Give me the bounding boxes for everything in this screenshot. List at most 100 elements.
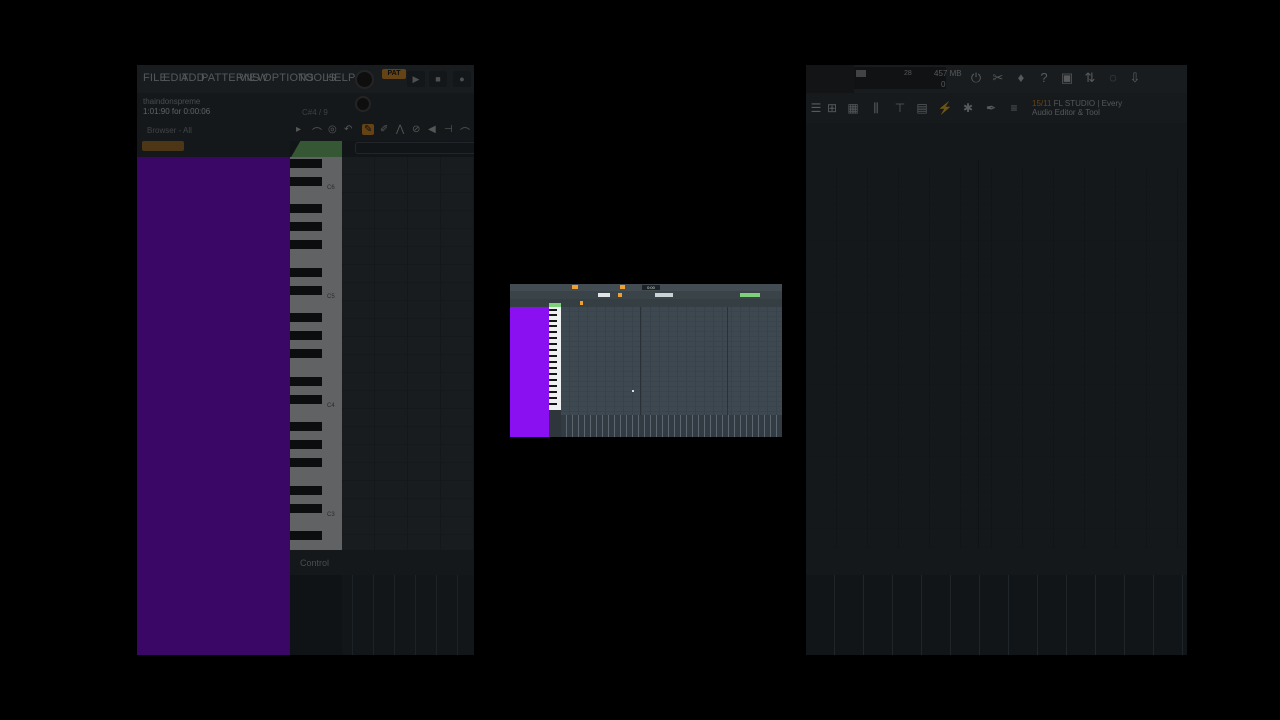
plugin-picker-icon[interactable]: ⚡ [937, 100, 953, 116]
mini-black-key[interactable] [549, 320, 557, 322]
velocity-lane-sidebar [290, 575, 342, 655]
mini-browser[interactable] [510, 307, 549, 437]
browser-panel[interactable] [137, 157, 290, 655]
black-key[interactable] [290, 204, 322, 213]
note-grid-right[interactable] [806, 169, 1187, 549]
plugin-tree-icon[interactable]: ⊤ [892, 100, 908, 116]
mini-black-key[interactable] [549, 325, 557, 327]
magnet-icon[interactable]: ⌒ [312, 124, 322, 139]
black-key[interactable] [290, 159, 322, 168]
stamp-icon[interactable]: ◎ [328, 124, 337, 135]
top-toolbar: 28 457 MB 0 ⏻ ✂ ♦ ? ▣ ⇅ ◌ ⇩ [806, 65, 1187, 93]
black-key[interactable] [290, 286, 322, 295]
window-buttons-bar: ☰ ⊞ ▦ ⫼ ⊤ ▤ ⚡ ✱ ✒ ≡ [806, 93, 1187, 123]
master-pitch-knob[interactable] [355, 96, 371, 112]
mini-black-key[interactable] [549, 391, 557, 393]
piano-roll-search[interactable] [355, 142, 474, 154]
black-key[interactable] [290, 268, 322, 277]
mini-black-key[interactable] [549, 379, 557, 381]
menu-help[interactable]: HELP [326, 72, 356, 84]
mini-black-key[interactable] [549, 397, 557, 399]
black-key[interactable] [290, 349, 322, 358]
news-subtitle[interactable]: Audio Editor & Tool [1032, 108, 1100, 117]
draw-tool-icon[interactable]: ✎ [362, 124, 375, 135]
menu-list-icon[interactable]: ≡ [1006, 100, 1022, 116]
mini-black-key[interactable] [549, 349, 557, 351]
black-key[interactable] [290, 177, 322, 186]
black-key[interactable] [290, 504, 322, 513]
help-icon[interactable]: ? [1035, 69, 1053, 87]
microphone-icon[interactable]: ♦ [1012, 69, 1030, 87]
record-button[interactable]: ● [453, 71, 471, 87]
download-icon[interactable]: ⇩ [1126, 69, 1144, 87]
black-key[interactable] [290, 395, 322, 404]
undo-icon[interactable]: ↶ [344, 124, 352, 135]
select-tool-icon[interactable]: ⌒ [460, 124, 470, 139]
black-key[interactable] [290, 313, 322, 322]
paint-tool-icon[interactable]: ✐ [380, 124, 388, 135]
mini-accent [618, 293, 622, 297]
mini-black-key[interactable] [549, 337, 557, 339]
mini-black-key[interactable] [549, 309, 557, 311]
mini-black-key[interactable] [549, 343, 557, 345]
mini-control-label [549, 410, 561, 437]
mini-black-key[interactable] [549, 355, 557, 357]
slice-tool-icon[interactable]: ⋀ [396, 124, 404, 135]
chat-icon[interactable]: ◌ [1104, 69, 1122, 87]
time-ruler[interactable] [806, 123, 1187, 169]
mini-black-key[interactable] [549, 373, 557, 375]
tool-menu-icon[interactable]: ▸ [296, 124, 301, 135]
black-key[interactable] [290, 486, 322, 495]
mixer-window-icon[interactable]: ⫼ [868, 100, 884, 116]
black-key[interactable] [290, 377, 322, 386]
mixer-icon[interactable]: ⇅ [1081, 69, 1099, 87]
power-icon[interactable]: ⏻ [967, 69, 985, 87]
browser-add-button[interactable] [142, 141, 184, 151]
touch-keyboard-icon[interactable]: ✱ [960, 100, 976, 116]
black-key[interactable] [290, 440, 322, 449]
browser-label[interactable]: Browser - All [147, 126, 192, 135]
mini-draw-tool-icon[interactable] [580, 301, 583, 305]
scissors-icon[interactable]: ✂ [989, 69, 1007, 87]
mini-preset-box[interactable] [655, 293, 673, 297]
piano-keyboard[interactable]: C6 C5 C4 C3 [290, 157, 342, 550]
channel-rack-icon[interactable]: ▦ [845, 100, 861, 116]
black-key[interactable] [290, 222, 322, 231]
play-button[interactable]: ▶ [407, 71, 425, 87]
master-volume-knob[interactable] [355, 70, 374, 89]
mini-pat-toggle[interactable] [572, 285, 578, 289]
delete-tool-icon[interactable]: ⊘ [412, 124, 420, 135]
mini-black-key[interactable] [549, 361, 557, 363]
mini-pattern-box[interactable] [598, 293, 610, 297]
control-label[interactable]: Control [300, 558, 329, 568]
tempo-tapper-icon[interactable]: ✒ [983, 100, 999, 116]
mini-black-key[interactable] [549, 367, 557, 369]
key-label: C6 [327, 185, 335, 191]
mini-black-key[interactable] [549, 385, 557, 387]
black-key[interactable] [290, 458, 322, 467]
stop-button[interactable]: ■ [429, 71, 447, 87]
velocity-lane-right[interactable] [806, 575, 1187, 655]
mute-tool-icon[interactable]: ◀ [428, 124, 436, 135]
toolbar-left-area [806, 65, 854, 93]
mini-note-grid[interactable] [561, 307, 782, 415]
browser-window-icon[interactable]: ▤ [914, 100, 930, 116]
mini-black-key[interactable] [549, 314, 557, 316]
mini-tempo-mark [620, 285, 625, 289]
black-key[interactable] [290, 331, 322, 340]
mini-velocity-lane[interactable] [561, 415, 782, 437]
mini-black-key[interactable] [549, 403, 557, 405]
note-grid[interactable] [342, 157, 474, 550]
piano-roll-icon[interactable]: ⊞ [824, 100, 840, 116]
black-key[interactable] [290, 422, 322, 431]
playlist-icon[interactable]: ☰ [808, 100, 824, 116]
pattern-song-toggle[interactable]: PAT [382, 69, 406, 79]
cpu-meter[interactable]: 28 [854, 67, 946, 89]
mini-piano-keyboard[interactable] [549, 307, 561, 410]
black-key[interactable] [290, 240, 322, 249]
news-headline[interactable]: 15/11 FL STUDIO | Every [1032, 99, 1122, 108]
save-icon[interactable]: ▣ [1058, 69, 1076, 87]
mini-black-key[interactable] [549, 331, 557, 333]
black-key[interactable] [290, 531, 322, 540]
slide-tool-icon[interactable]: ⊣ [444, 124, 453, 135]
